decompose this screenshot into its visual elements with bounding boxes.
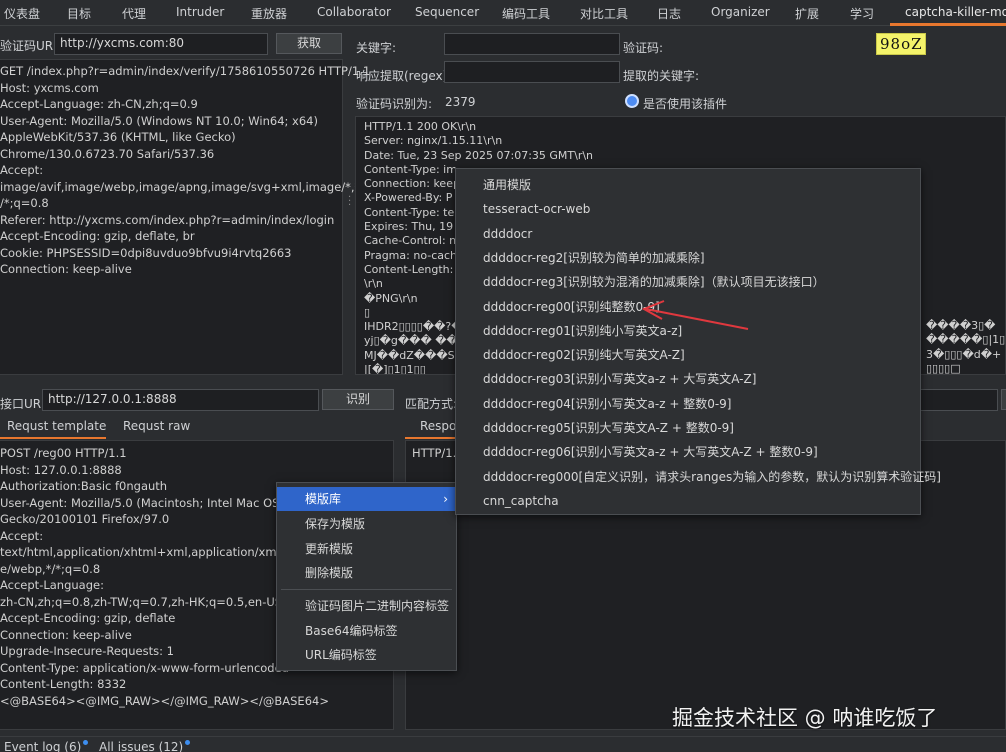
template-line: <@BASE64><@IMG_RAW></@IMG_RAW></@BASE64>: [0, 693, 329, 708]
submenu-item[interactable]: tesseract-ocr-web: [456, 197, 920, 221]
tab-target[interactable]: 目标: [67, 5, 91, 22]
submenu-item[interactable]: ddddocr-reg2[识别较为简单的加减乘除]: [456, 246, 920, 270]
request-line: GET /index.php?r=admin/index/verify/1758…: [0, 64, 371, 78]
annotation-arrow: [641, 300, 749, 330]
tab-response[interactable]: Respo: [420, 419, 456, 433]
submenu-item[interactable]: 通用模版: [456, 173, 920, 197]
tab-learn[interactable]: 学习: [850, 5, 874, 22]
response-line: HTTP/1.1 200 OK\r\n: [364, 120, 477, 133]
response-line: Server: nginx/1.15.11\r\n: [364, 134, 503, 148]
keyword-label: 关键字:: [356, 41, 397, 55]
menu-base64-tag[interactable]: Base64编码标签: [277, 619, 456, 643]
submenu-item[interactable]: ddddocr-reg04[识别小写英文a-z + 整数0-9]: [456, 392, 920, 416]
template-line: POST /reg00 HTTP/1.1: [0, 446, 127, 460]
request-line: /*;q=0.8: [0, 196, 49, 210]
response-line-fragment: ����3▯�: [926, 319, 996, 332]
event-log-link[interactable]: Event log (6): [4, 740, 89, 752]
match-method-input[interactable]: [918, 389, 998, 411]
recognize-button[interactable]: 识别: [322, 389, 394, 410]
captcha-url-input[interactable]: http://yxcms.com:80: [54, 33, 268, 55]
request-line: Connection: keep-alive: [0, 262, 132, 276]
context-menu: 模版库 › 保存为模版 更新模版 删除模版 验证码图片二进制内容标签 Base6…: [276, 482, 457, 671]
menu-captcha-binary-tag[interactable]: 验证码图片二进制内容标签: [277, 594, 456, 618]
chevron-right-icon: ›: [443, 492, 448, 506]
tab-comparer[interactable]: 对比工具: [580, 5, 628, 22]
tab-collaborator[interactable]: Collaborator: [317, 5, 391, 19]
menu-update-template[interactable]: 更新模版: [277, 537, 456, 561]
template-line: Host: 127.0.0.1:8888: [0, 462, 122, 477]
tab-intruder[interactable]: Intruder: [176, 5, 224, 19]
captcha-image: 98oZ: [876, 33, 926, 55]
extracted-keyword-label: 提取的关键字:: [623, 69, 700, 83]
request-line: Cookie: PHPSESSID=0dpi8uvduo9bfvu9i4rvtq…: [0, 245, 292, 260]
submenu-item[interactable]: ddddocr-reg05[识别大写英文A-Z + 整数0-9]: [456, 416, 920, 440]
response-line-fragment: ▯▯▯▯□: [926, 361, 961, 375]
captcha-label: 验证码:: [623, 41, 664, 55]
captcha-request-editor[interactable]: GET /index.php?r=admin/index/verify/1758…: [0, 59, 371, 375]
request-template-tab-indicator: [0, 437, 106, 439]
tab-captcha-killer-mod[interactable]: captcha-killer-mod: [905, 5, 1006, 19]
recognized-label: 验证码识别为:: [356, 97, 433, 111]
response-line: Date: Tue, 23 Sep 2025 07:07:35 GMT\r\n: [364, 148, 594, 162]
request-line: Accept:: [0, 163, 44, 177]
request-line: Referer: http://yxcms.com/index.php?r=ad…: [0, 212, 335, 227]
tab-repeater[interactable]: 重放器: [251, 5, 287, 22]
menu-url-encode-tag[interactable]: URL编码标签: [277, 643, 456, 667]
request-line: image/avif,image/webp,image/apng,image/s…: [0, 179, 361, 194]
request-line: Accept-Language: zh-CN,zh;q=0.9: [0, 97, 198, 111]
submenu-item[interactable]: ddddocr-reg02[识别纯大写英文A-Z]: [456, 343, 920, 367]
active-tab-indicator: [890, 23, 1006, 26]
request-line: AppleWebKit/537.36 (KHTML, like Gecko): [0, 130, 236, 144]
tab-request-template[interactable]: Requst template: [7, 419, 106, 433]
request-line: User-Agent: Mozilla/5.0 (Windows NT 10.0…: [0, 113, 318, 128]
menu-divider: [281, 589, 452, 590]
all-issues-link[interactable]: All issues (12): [99, 740, 191, 752]
menu-save-as-template[interactable]: 保存为模版: [277, 512, 456, 536]
submenu-item[interactable]: ddddocr-reg03[识别小写英文a-z + 大写英文A-Z]: [456, 367, 920, 391]
match-method-label: 匹配方式:: [405, 397, 458, 411]
tab-proxy[interactable]: 代理: [122, 5, 146, 22]
regex-input[interactable]: [444, 61, 620, 83]
use-plugin-label: 是否使用该插件: [643, 97, 728, 111]
fetch-captcha-button[interactable]: 获取: [276, 33, 342, 54]
request-line: Chrome/130.0.6723.70 Safari/537.36: [0, 146, 215, 161]
tab-request-raw[interactable]: Requst raw: [123, 419, 190, 433]
main-tab-bar: 仪表盘 目标 代理 Intruder 重放器 Collaborator Sequ…: [0, 0, 1006, 26]
vertical-splitter-handle[interactable]: · · ·: [348, 193, 351, 211]
tab-sequencer[interactable]: Sequencer: [415, 5, 479, 19]
response-line-fragment: 3�▯▯▯�d�+: [926, 347, 1002, 361]
bottom-status-bar: Event log (6) All issues (12): [0, 736, 1006, 752]
template-library-submenu: 通用模版 tesseract-ocr-web ddddocr ddddocr-reg2…: [455, 168, 941, 515]
tab-logger[interactable]: 日志: [657, 5, 681, 22]
tab-extensions[interactable]: 扩展: [795, 5, 819, 22]
template-line: Content-Length: 8332: [0, 677, 127, 691]
submenu-item[interactable]: ddddocr-reg06[识别小写英文a-z + 大写英文A-Z + 整数0-…: [456, 440, 920, 464]
menu-delete-template[interactable]: 删除模版: [277, 561, 456, 585]
response-tab-indicator: [405, 437, 455, 439]
tab-organizer[interactable]: Organizer: [711, 5, 770, 19]
tab-dashboard[interactable]: 仪表盘: [4, 5, 40, 22]
menu-template-library[interactable]: 模版库 ›: [277, 487, 456, 511]
use-plugin-radio[interactable]: [625, 94, 639, 108]
submenu-item[interactable]: ddddocr-reg000[自定义识别，请求头ranges为输入的参数，默认为…: [456, 465, 941, 489]
request-line: Host: yxcms.com: [0, 80, 99, 95]
request-line: Accept-Encoding: gzip, deflate, br: [0, 229, 195, 243]
submenu-item[interactable]: cnn_captcha: [456, 489, 920, 513]
watermark: 掘金技术社区 @ 呐谁吃饭了: [672, 706, 938, 730]
match-button-edge[interactable]: [1001, 389, 1006, 410]
api-url-input[interactable]: http://127.0.0.1:8888: [42, 389, 319, 411]
submenu-item[interactable]: ddddocr-reg3[识别较为混淆的加减乘除]（默认项目无该接口）: [456, 270, 920, 294]
tab-decoder[interactable]: 编码工具: [502, 5, 550, 22]
response-line-fragment: �����▯|1▯堵: [926, 333, 1006, 347]
submenu-item[interactable]: ddddocr: [456, 222, 920, 246]
recognized-value: 2379: [445, 95, 476, 109]
regex-label: 响应提取(regex):: [356, 69, 452, 83]
keyword-input[interactable]: [444, 33, 620, 55]
